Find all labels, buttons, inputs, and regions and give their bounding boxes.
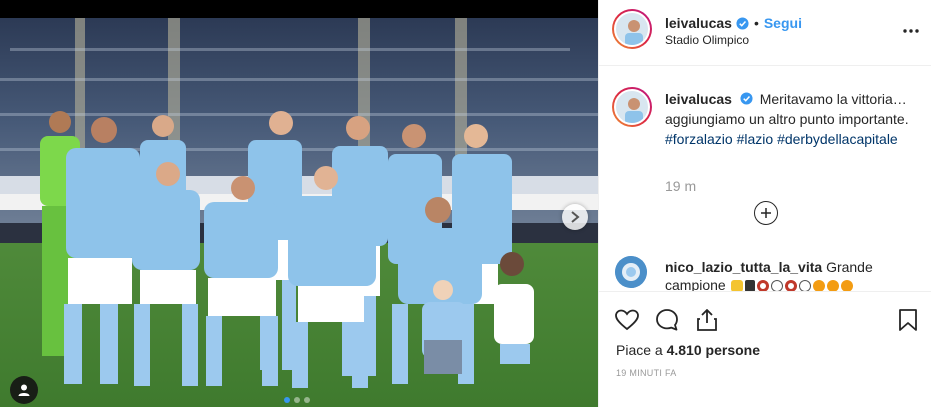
user-tag-icon bbox=[18, 384, 30, 396]
carousel-dot bbox=[294, 397, 300, 403]
photo-top-bar bbox=[0, 0, 598, 18]
carousel-dot bbox=[304, 397, 310, 403]
avatar[interactable] bbox=[612, 87, 652, 127]
likes-count[interactable]: Piace a 4.810 persone bbox=[616, 342, 760, 358]
comment-username[interactable]: nico_lazio_tutta_la_vita bbox=[665, 259, 822, 275]
share-icon[interactable] bbox=[694, 307, 720, 333]
hashtag-link[interactable]: #lazio bbox=[737, 131, 774, 147]
post-panel: leivalucas • Segui Stadio Olimpico leiva… bbox=[598, 0, 931, 407]
verified-badge-icon bbox=[740, 92, 753, 105]
hashtag-link[interactable]: #forzalazio bbox=[665, 131, 733, 147]
team-photo-image bbox=[0, 18, 598, 407]
post-actions: Piace a 4.810 persone 19 MINUTI FA bbox=[599, 291, 931, 407]
verified-badge-icon bbox=[736, 16, 749, 30]
comment-emojis bbox=[730, 280, 853, 291]
comment-item: nico_lazio_tutta_la_vita Grande campione bbox=[665, 258, 920, 291]
caption-time: 19 m bbox=[665, 178, 697, 194]
header-user-line: leivalucas • Segui bbox=[665, 15, 802, 31]
more-options-icon[interactable] bbox=[901, 21, 921, 41]
comments-section: leivalucas Meritavamo la vittoria… aggiu… bbox=[599, 67, 931, 291]
post-photo[interactable] bbox=[0, 0, 598, 407]
hashtag-link[interactable]: #derbydellacapitale bbox=[777, 131, 898, 147]
load-more-comments-button[interactable] bbox=[754, 201, 778, 225]
comment-icon[interactable] bbox=[654, 307, 680, 333]
separator-dot: • bbox=[753, 15, 759, 31]
load-more-comments-icon bbox=[761, 208, 771, 218]
caption-username[interactable]: leivalucas bbox=[665, 91, 732, 107]
likes-number: 4.810 bbox=[666, 342, 702, 358]
bookmark-icon[interactable] bbox=[895, 307, 921, 333]
follow-button[interactable]: Segui bbox=[764, 15, 802, 31]
carousel-indicator bbox=[284, 397, 310, 403]
author-username[interactable]: leivalucas bbox=[665, 15, 732, 31]
user-tags-button[interactable] bbox=[10, 376, 38, 404]
post-caption: leivalucas Meritavamo la vittoria… aggiu… bbox=[665, 89, 915, 149]
heart-icon[interactable] bbox=[614, 307, 640, 333]
avatar[interactable] bbox=[612, 9, 652, 49]
avatar[interactable] bbox=[615, 256, 647, 288]
post-timestamp[interactable]: 19 MINUTI FA bbox=[616, 368, 677, 378]
carousel-next-button[interactable] bbox=[562, 204, 588, 230]
chevron-right-icon bbox=[571, 211, 580, 223]
post-header: leivalucas • Segui Stadio Olimpico bbox=[599, 0, 931, 66]
location-link[interactable]: Stadio Olimpico bbox=[665, 33, 749, 47]
carousel-dot bbox=[284, 397, 290, 403]
